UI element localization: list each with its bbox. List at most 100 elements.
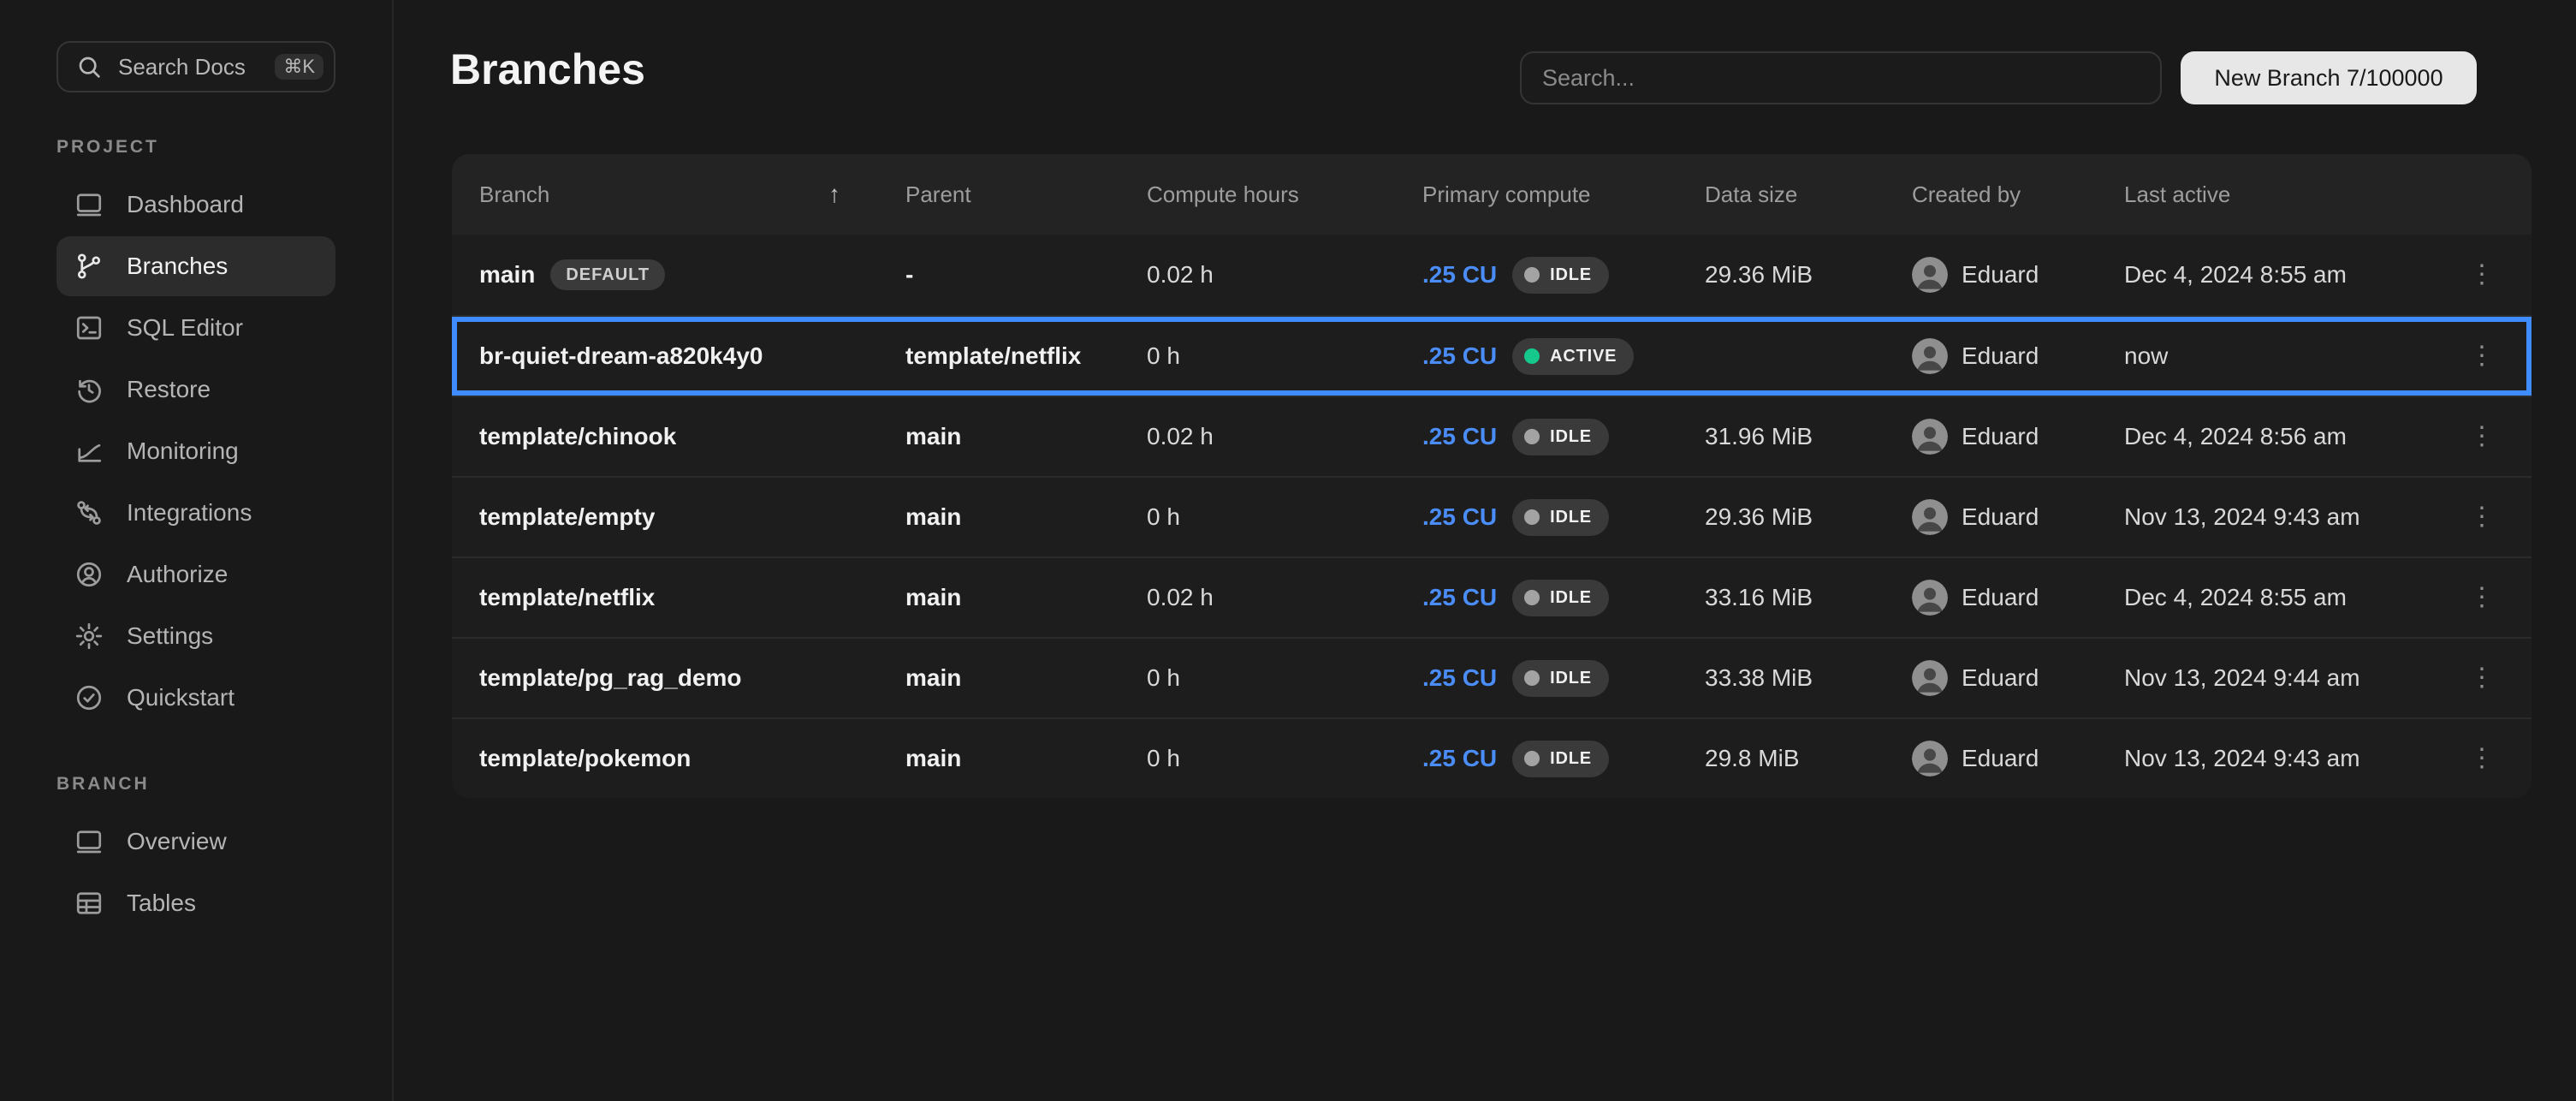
row-menu-kebab-icon[interactable]: ⋮ xyxy=(2460,495,2504,539)
cell-primary-compute: .25 CU IDLE xyxy=(1422,580,1705,616)
row-menu-kebab-icon[interactable]: ⋮ xyxy=(2460,656,2504,700)
branch-name: br-quiet-dream-a820k4y0 xyxy=(479,342,763,370)
avatar xyxy=(1912,741,1948,777)
row-menu-kebab-icon[interactable]: ⋮ xyxy=(2460,575,2504,620)
table-body: main DEFAULT - 0.02 h .25 CU IDLE 29.36 … xyxy=(452,235,2531,798)
compute-units: .25 CU xyxy=(1422,423,1497,450)
status-label: IDLE xyxy=(1550,265,1592,285)
sidebar-item-integrations[interactable]: Integrations xyxy=(56,483,335,543)
window-icon xyxy=(74,189,104,220)
cell-last-active: now xyxy=(2124,342,2432,370)
cell-branch: template/pokemon xyxy=(452,745,905,772)
default-badge: DEFAULT xyxy=(550,259,665,290)
row-menu-kebab-icon[interactable]: ⋮ xyxy=(2460,414,2504,459)
branches-table: Branch ↑ Parent Compute hours Primary co… xyxy=(452,154,2531,798)
cell-branch: template/chinook xyxy=(452,423,905,450)
cell-compute-hours: 0 h xyxy=(1147,745,1422,772)
sidebar-item-restore[interactable]: Restore xyxy=(56,360,335,420)
compute-units: .25 CU xyxy=(1422,664,1497,692)
sidebar-item-monitoring[interactable]: Monitoring xyxy=(56,421,335,481)
sidebar-item-label: Settings xyxy=(127,622,213,650)
sidebar-item-overview[interactable]: Overview xyxy=(56,812,335,872)
branch-table-row[interactable]: main DEFAULT - 0.02 h .25 CU IDLE 29.36 … xyxy=(452,235,2531,315)
column-header-created-by[interactable]: Created by xyxy=(1912,182,2124,208)
status-dot-icon xyxy=(1524,509,1540,525)
sort-ascending-icon[interactable]: ↑ xyxy=(828,181,840,208)
cell-created-by: Eduard xyxy=(1912,660,2124,696)
sidebar-item-label: Integrations xyxy=(127,499,252,527)
compute-units: .25 CU xyxy=(1422,584,1497,611)
avatar xyxy=(1912,499,1948,535)
column-header-compute-hours[interactable]: Compute hours xyxy=(1147,182,1422,208)
status-badge: IDLE xyxy=(1512,580,1609,616)
cell-last-active: Dec 4, 2024 8:55 am xyxy=(2124,584,2432,611)
status-badge: IDLE xyxy=(1512,419,1609,455)
column-header-branch[interactable]: Branch ↑ xyxy=(452,181,905,208)
created-by-name: Eduard xyxy=(1962,342,2039,370)
cell-actions: ⋮ xyxy=(2432,414,2531,459)
branch-name: main xyxy=(479,261,535,289)
avatar xyxy=(1912,419,1948,455)
cell-primary-compute: .25 CU IDLE xyxy=(1422,660,1705,697)
branch-name: template/pg_rag_demo xyxy=(479,664,742,692)
cell-created-by: Eduard xyxy=(1912,257,2124,293)
search-docs-button[interactable]: Search Docs ⌘K xyxy=(56,41,335,92)
cell-actions: ⋮ xyxy=(2432,495,2531,539)
sidebar-item-tables[interactable]: Tables xyxy=(56,873,335,933)
branch-table-row[interactable]: br-quiet-dream-a820k4y0 template/netflix… xyxy=(452,315,2531,396)
sidebar-item-authorize[interactable]: Authorize xyxy=(56,545,335,604)
sidebar-item-label: Restore xyxy=(127,376,211,403)
nav-list: Overview Tables xyxy=(0,812,392,935)
integrations-icon xyxy=(74,497,104,528)
cell-parent: main xyxy=(905,503,1147,531)
column-header-primary-compute[interactable]: Primary compute xyxy=(1422,182,1705,208)
sidebar-section-label: BRANCH xyxy=(56,774,392,795)
column-header-last-active[interactable]: Last active xyxy=(2124,182,2432,208)
search-docs-label: Search Docs xyxy=(118,54,259,80)
new-branch-button[interactable]: New Branch 7/100000 xyxy=(2181,51,2477,104)
row-menu-kebab-icon[interactable]: ⋮ xyxy=(2460,736,2504,781)
status-dot-icon xyxy=(1524,267,1540,283)
row-menu-kebab-icon[interactable]: ⋮ xyxy=(2460,334,2504,378)
cell-branch: main DEFAULT xyxy=(452,259,905,290)
sidebar-item-dashboard[interactable]: Dashboard xyxy=(56,175,335,235)
branch-table-row[interactable]: template/chinook main 0.02 h .25 CU IDLE… xyxy=(452,396,2531,476)
sidebar-item-sql-editor[interactable]: SQL Editor xyxy=(56,298,335,358)
cell-compute-hours: 0 h xyxy=(1147,664,1422,692)
git-branch-icon xyxy=(74,251,104,282)
branch-name: template/pokemon xyxy=(479,745,691,772)
column-header-parent[interactable]: Parent xyxy=(905,182,1147,208)
cell-branch: template/empty xyxy=(452,503,905,531)
search-icon xyxy=(75,53,103,80)
nav-list: Dashboard Branches SQL Editor Restore Mo… xyxy=(0,175,392,729)
cell-parent: template/netflix xyxy=(905,342,1147,370)
cell-primary-compute: .25 CU IDLE xyxy=(1422,419,1705,455)
branch-table-row[interactable]: template/pg_rag_demo main 0 h .25 CU IDL… xyxy=(452,637,2531,717)
branch-table-row[interactable]: template/pokemon main 0 h .25 CU IDLE 29… xyxy=(452,717,2531,798)
row-menu-kebab-icon[interactable]: ⋮ xyxy=(2460,253,2504,297)
sidebar-item-branches[interactable]: Branches xyxy=(56,236,335,296)
window-icon xyxy=(74,826,104,857)
status-label: IDLE xyxy=(1550,427,1592,447)
sidebar-item-label: Overview xyxy=(127,828,227,855)
branch-table-row[interactable]: template/netflix main 0.02 h .25 CU IDLE… xyxy=(452,556,2531,637)
avatar xyxy=(1912,338,1948,374)
cell-compute-hours: 0 h xyxy=(1147,503,1422,531)
status-label: IDLE xyxy=(1550,508,1592,527)
cell-data-size: 33.38 MiB xyxy=(1705,664,1912,692)
status-dot-icon xyxy=(1524,670,1540,686)
status-label: IDLE xyxy=(1550,588,1592,608)
sidebar-item-settings[interactable]: Settings xyxy=(56,606,335,666)
column-header-data-size[interactable]: Data size xyxy=(1705,182,1912,208)
branch-table-row[interactable]: template/empty main 0 h .25 CU IDLE 29.3… xyxy=(452,476,2531,556)
cell-branch: br-quiet-dream-a820k4y0 xyxy=(452,342,905,370)
cell-compute-hours: 0.02 h xyxy=(1147,261,1422,289)
branches-search-input[interactable] xyxy=(1520,51,2162,104)
cell-data-size: 29.36 MiB xyxy=(1705,261,1912,289)
sidebar-section-label: PROJECT xyxy=(56,137,392,158)
compute-units: .25 CU xyxy=(1422,261,1497,289)
sidebar-item-quickstart[interactable]: Quickstart xyxy=(56,668,335,728)
created-by-name: Eduard xyxy=(1962,261,2039,289)
cell-actions: ⋮ xyxy=(2432,575,2531,620)
status-badge: ACTIVE xyxy=(1512,338,1634,375)
